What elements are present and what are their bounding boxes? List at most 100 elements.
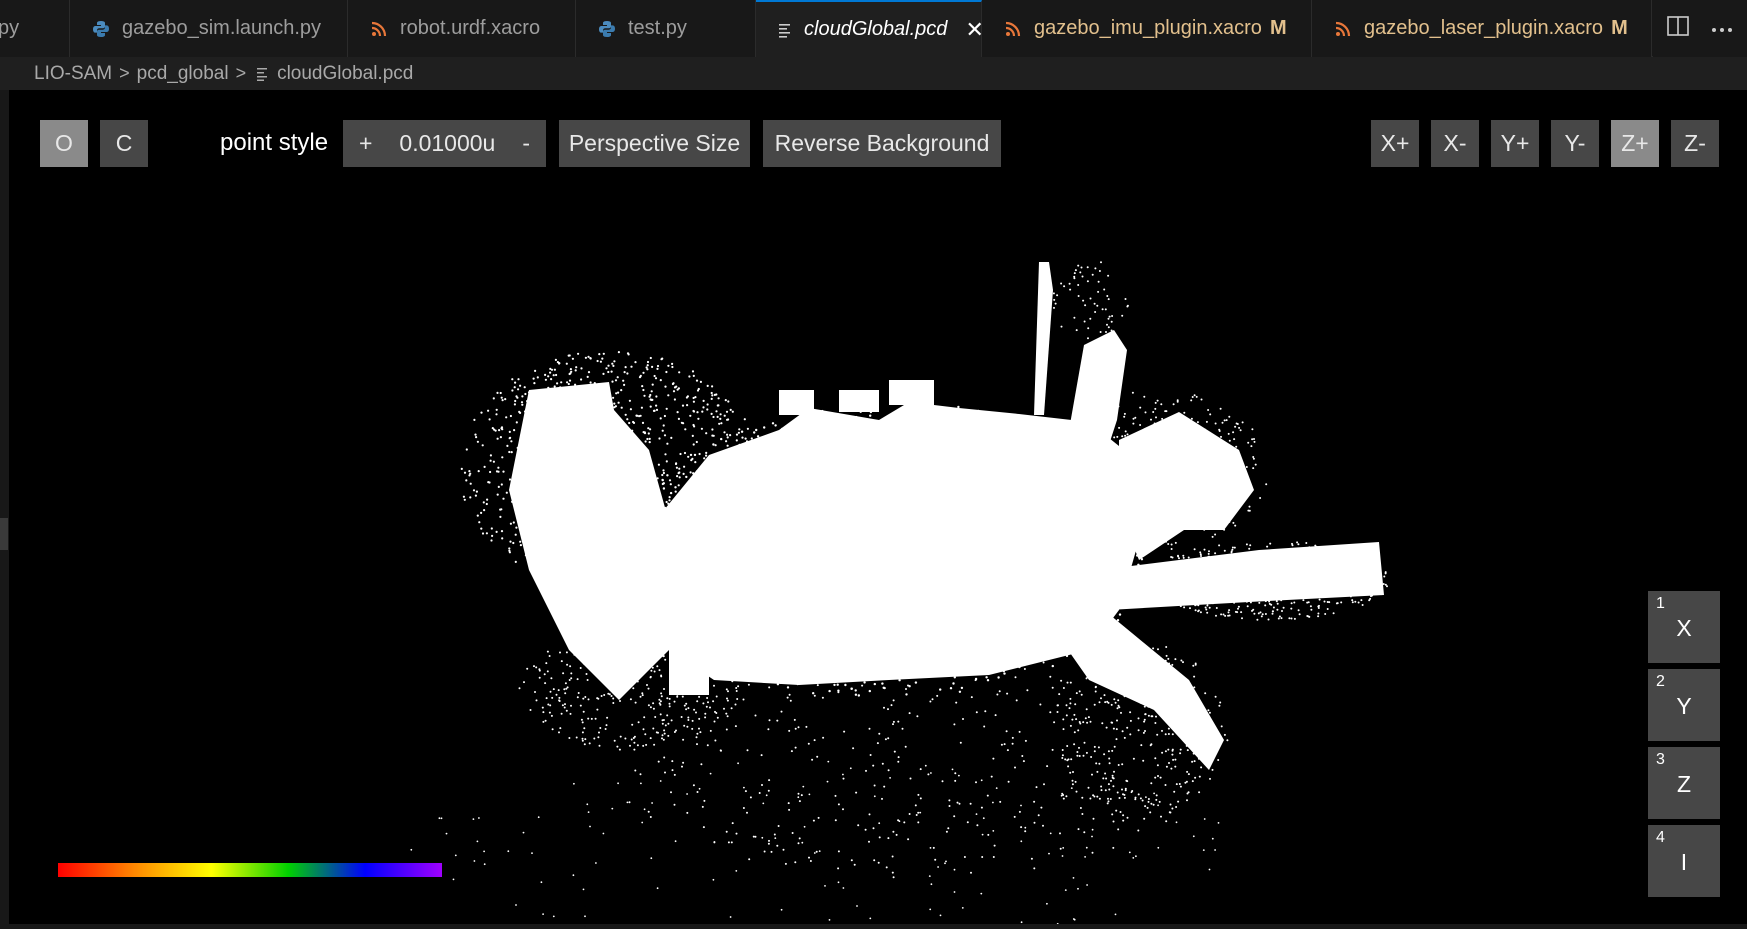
tab-cloudglobal-pcd[interactable]: cloudGlobal.pcd ✕ bbox=[756, 0, 984, 57]
cloud-point bbox=[742, 807, 745, 809]
cloud-point bbox=[575, 544, 578, 547]
cloud-point bbox=[886, 551, 889, 554]
sash-handle[interactable] bbox=[0, 518, 8, 550]
cloud-point bbox=[756, 458, 759, 461]
increase-point-size-button[interactable]: + bbox=[359, 130, 372, 157]
cloud-point bbox=[715, 410, 718, 413]
cloud-point bbox=[1081, 796, 1084, 799]
view-z-minus-button[interactable]: Z- bbox=[1671, 120, 1719, 167]
cloud-point bbox=[1205, 608, 1208, 611]
cloud-point bbox=[688, 375, 691, 378]
cloud-point bbox=[506, 444, 509, 447]
tab-test-py[interactable]: test.py bbox=[576, 0, 756, 57]
cloud-point bbox=[1054, 452, 1057, 455]
cloud-point bbox=[689, 501, 692, 504]
cloud-point bbox=[632, 488, 635, 491]
cloud-point bbox=[1268, 600, 1271, 603]
cloud-point bbox=[719, 457, 722, 460]
cloud-point bbox=[1312, 582, 1314, 585]
cloud-point bbox=[626, 418, 629, 421]
reverse-background-button[interactable]: Reverse Background bbox=[763, 120, 1001, 167]
tab-robot-urdf-xacro[interactable]: robot.urdf.xacro bbox=[348, 0, 576, 57]
cloud-point bbox=[1194, 609, 1197, 612]
cloud-point bbox=[481, 532, 485, 535]
tab-gazebo-imu-plugin[interactable]: gazebo_imu_plugin.xacro M bbox=[982, 0, 1312, 57]
cloud-point bbox=[946, 451, 950, 454]
cloud-point bbox=[527, 479, 530, 482]
camera-button[interactable]: C bbox=[100, 120, 148, 167]
cloud-point bbox=[523, 386, 526, 389]
cloud-point bbox=[954, 582, 957, 586]
cloud-point bbox=[841, 661, 844, 664]
cloud-point bbox=[582, 528, 585, 531]
cloud-point bbox=[686, 811, 689, 814]
breadcrumb-folder[interactable]: pcd_global bbox=[137, 63, 229, 85]
view-x-plus-button[interactable]: X+ bbox=[1371, 120, 1419, 167]
cloud-point bbox=[1155, 697, 1158, 700]
cloud-point bbox=[716, 716, 719, 719]
more-actions-icon[interactable] bbox=[1711, 20, 1733, 38]
color-by-y-button[interactable]: 2 Y bbox=[1648, 669, 1720, 741]
tab-gazebo-sim-launch[interactable]: gazebo_sim.launch.py bbox=[70, 0, 348, 57]
cloud-point bbox=[1029, 470, 1032, 473]
cloud-point bbox=[1090, 432, 1093, 435]
cloud-point bbox=[991, 658, 994, 661]
cloud-point bbox=[1212, 480, 1215, 483]
cloud-point bbox=[656, 515, 659, 518]
cloud-point bbox=[1337, 581, 1339, 584]
cloud-point bbox=[646, 437, 649, 441]
cloud-point bbox=[554, 524, 557, 527]
cloud-point bbox=[959, 430, 962, 433]
cloud-point bbox=[480, 511, 483, 514]
cloud-point bbox=[801, 650, 804, 654]
cloud-point bbox=[822, 736, 825, 739]
cloud-point bbox=[671, 362, 674, 365]
cloud-point bbox=[462, 495, 465, 498]
tab-py[interactable]: py bbox=[0, 0, 70, 57]
cloud-point bbox=[1136, 538, 1140, 541]
cloud-point bbox=[573, 428, 576, 431]
view-x-minus-button[interactable]: X- bbox=[1431, 120, 1479, 167]
cloud-point bbox=[649, 356, 652, 360]
tab-gazebo-laser-plugin[interactable]: gazebo_laser_plugin.xacro M bbox=[1312, 0, 1652, 57]
cloud-point bbox=[1115, 809, 1118, 812]
cloud-point bbox=[885, 523, 888, 526]
orthographic-button[interactable]: O bbox=[40, 120, 88, 167]
view-z-plus-button[interactable]: Z+ bbox=[1611, 120, 1659, 167]
view-y-plus-button[interactable]: Y+ bbox=[1491, 120, 1539, 167]
cloud-point bbox=[892, 723, 894, 726]
point-cloud-viewer[interactable]: O C point style + 0.01000u - Perspective… bbox=[9, 90, 1747, 924]
cloud-point bbox=[708, 481, 711, 484]
cloud-point bbox=[689, 498, 693, 501]
breadcrumb-file[interactable]: cloudGlobal.pcd bbox=[277, 63, 413, 85]
perspective-size-button[interactable]: Perspective Size bbox=[559, 120, 750, 167]
split-editor-icon[interactable] bbox=[1667, 16, 1689, 41]
cloud-point bbox=[1174, 765, 1177, 768]
cloud-point bbox=[658, 669, 661, 672]
cloud-point bbox=[661, 429, 664, 432]
cloud-point bbox=[882, 489, 885, 493]
decrease-point-size-button[interactable]: - bbox=[522, 130, 530, 157]
cloud-point bbox=[540, 423, 543, 426]
cloud-point bbox=[1122, 653, 1125, 656]
color-by-intensity-button[interactable]: 4 I bbox=[1648, 825, 1720, 897]
cloud-point bbox=[1091, 273, 1094, 276]
cloud-point bbox=[1155, 794, 1158, 797]
cloud-point bbox=[873, 784, 876, 787]
cloud-point bbox=[706, 697, 709, 699]
cloud-point bbox=[1252, 467, 1255, 470]
cloud-point bbox=[711, 385, 714, 388]
cloud-point bbox=[909, 582, 913, 586]
point-cloud-canvas[interactable] bbox=[9, 90, 1747, 924]
cloud-point bbox=[530, 399, 533, 402]
cloud-point bbox=[1072, 441, 1075, 444]
cloud-point bbox=[1162, 563, 1164, 566]
cloud-point bbox=[1187, 773, 1190, 776]
breadcrumb-folder[interactable]: LIO-SAM bbox=[34, 63, 112, 85]
view-y-minus-button[interactable]: Y- bbox=[1551, 120, 1599, 167]
color-by-z-button[interactable]: 3 Z bbox=[1648, 747, 1720, 819]
cloud-point bbox=[688, 662, 691, 665]
color-by-x-button[interactable]: 1 X bbox=[1648, 591, 1720, 663]
cloud-point bbox=[1115, 541, 1119, 545]
cloud-point bbox=[1143, 694, 1146, 697]
